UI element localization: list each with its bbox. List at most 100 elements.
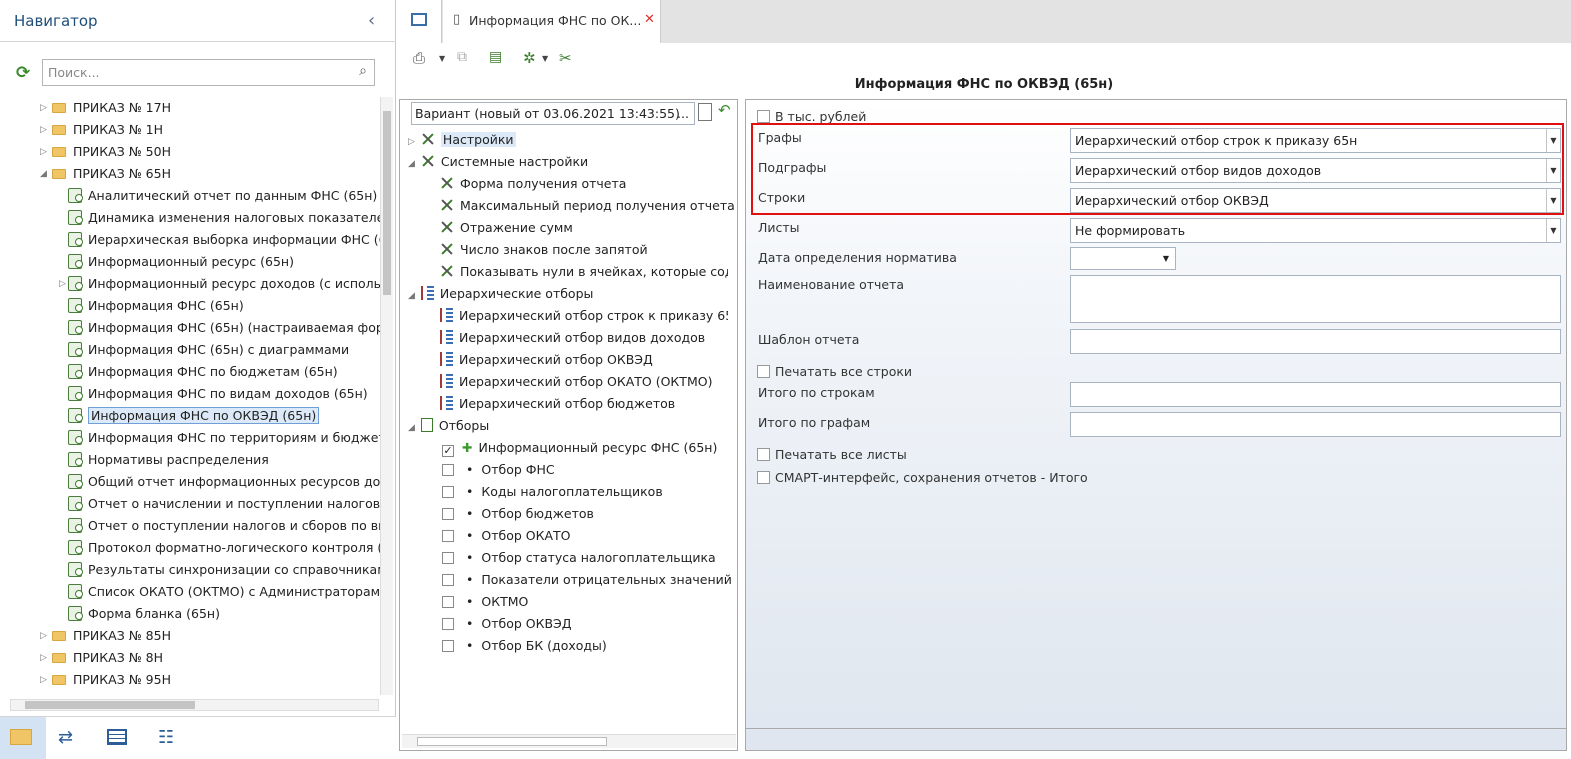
filter-item[interactable]: • Отбор бюджетов bbox=[442, 503, 594, 525]
settings-node[interactable]: Максимальный период получения отчета bbox=[440, 195, 735, 217]
settings-node[interactable]: ◢ Иерархические отборы bbox=[408, 283, 593, 305]
copy-icon[interactable]: ⧉ bbox=[457, 49, 475, 67]
navigator-horizontal-scrollbar[interactable] bbox=[10, 699, 379, 711]
tools-icon[interactable]: ✂ bbox=[559, 49, 577, 67]
gear-dropdown-icon[interactable]: ▼ bbox=[542, 54, 560, 72]
filter-checkbox[interactable] bbox=[442, 596, 454, 608]
tree-item-report[interactable]: Информация ФНС по видам доходов (65н) bbox=[68, 383, 368, 405]
tree-item-report[interactable]: Информация ФНС по территориям и бюджета bbox=[68, 427, 380, 449]
filter-item[interactable]: • Отбор ОКВЭД bbox=[442, 613, 572, 635]
tree-item-report[interactable]: Отчет о поступлении налогов и сборов по … bbox=[68, 515, 380, 537]
collapse-chevron-icon[interactable]: ‹ bbox=[368, 10, 375, 31]
preview-icon[interactable]: ▤ bbox=[489, 49, 507, 67]
grafy-select[interactable]: Иерархический отбор строк к приказу 65н ▼ bbox=[1070, 128, 1561, 153]
tab-home[interactable] bbox=[397, 0, 442, 43]
total-rows-input[interactable] bbox=[1070, 382, 1561, 407]
navigator-vertical-scrollbar[interactable] bbox=[380, 97, 393, 695]
report-name-input[interactable] bbox=[1070, 275, 1561, 323]
filter-checkbox[interactable] bbox=[442, 574, 454, 586]
settings-node[interactable]: ◢ Отборы bbox=[408, 415, 489, 437]
tree-item-report[interactable]: Отчет о начислении и поступлении налогов… bbox=[68, 493, 380, 515]
print-all-sheets-checkbox[interactable] bbox=[757, 448, 770, 461]
tree-item-report[interactable]: Информация ФНС (65н) bbox=[68, 295, 244, 317]
filter-checkbox[interactable] bbox=[442, 508, 454, 520]
close-tab-icon[interactable]: ✕ bbox=[644, 12, 655, 27]
filter-item[interactable]: • Отбор ОКАТО bbox=[442, 525, 571, 547]
undo-icon[interactable]: ↶ bbox=[718, 101, 731, 119]
tree-item-report[interactable]: Иерархическая выборка информации ФНС (65 bbox=[68, 229, 380, 251]
tree-item-report[interactable]: Протокол форматно-логического контроля (… bbox=[68, 537, 380, 559]
filter-checkbox[interactable] bbox=[442, 618, 454, 630]
tree-item-report[interactable]: Общий отчет информационных ресурсов дохо bbox=[68, 471, 380, 493]
stroki-select[interactable]: Иерархический отбор ОКВЭД ▼ bbox=[1070, 188, 1561, 213]
filter-item[interactable]: ✓ ✚ Информационный ресурс ФНС (65н) bbox=[442, 437, 717, 459]
settings-node[interactable]: ◢ Системные настройки bbox=[408, 151, 588, 173]
listy-select[interactable]: Не формировать ▼ bbox=[1070, 218, 1561, 243]
settings-node[interactable]: Иерархический отбор ОКАТО (ОКТМО) bbox=[440, 371, 712, 393]
filter-checkbox[interactable] bbox=[442, 640, 454, 652]
variant-field[interactable]: Вариант (новый от 03.06.2021 13:43:55) bbox=[411, 102, 695, 125]
filter-item[interactable]: • Отбор БК (доходы) bbox=[442, 635, 607, 657]
filter-item[interactable]: • Отбор ФНС bbox=[442, 459, 555, 481]
refresh-icon[interactable]: ⟳ bbox=[16, 63, 30, 83]
dropdown-arrow-icon[interactable]: ▼ bbox=[1163, 248, 1169, 269]
tree-item-report[interactable]: Список ОКАТО (ОКТМО) с Администраторами bbox=[68, 581, 380, 603]
smart-checkbox[interactable] bbox=[757, 471, 770, 484]
route-icon[interactable]: ⇄ bbox=[58, 727, 73, 748]
tree-folder-prikaz-65n[interactable]: ◢ ПРИКАЗ № 65Н bbox=[40, 163, 171, 185]
scrollbar-thumb[interactable] bbox=[417, 737, 607, 746]
tree-item-report[interactable]: Результаты синхронизации со справочникам… bbox=[68, 559, 380, 581]
dropdown-arrow-icon[interactable]: ▼ bbox=[1546, 159, 1560, 182]
print-icon[interactable]: ⎙ bbox=[413, 49, 431, 67]
filter-checkbox[interactable] bbox=[442, 486, 454, 498]
dropdown-arrow-icon[interactable]: ▼ bbox=[1546, 189, 1560, 212]
settings-node[interactable]: Форма получения отчета bbox=[440, 173, 626, 195]
search-input[interactable]: Поиск... ⌕ bbox=[42, 59, 375, 86]
print-all-rows-checkbox[interactable] bbox=[757, 365, 770, 378]
thousands-checkbox[interactable] bbox=[757, 110, 770, 123]
variant-more-button[interactable]: ... bbox=[677, 106, 689, 121]
save-variant-icon[interactable] bbox=[698, 103, 712, 121]
settings-node[interactable]: Иерархический отбор строк к приказу 65н bbox=[440, 305, 728, 327]
total-cols-input[interactable] bbox=[1070, 412, 1561, 437]
search-icon[interactable]: ⌕ bbox=[359, 63, 367, 79]
dropdown-arrow-icon[interactable]: ▼ bbox=[1546, 129, 1560, 152]
filter-item[interactable]: • Коды налогоплательщиков bbox=[442, 481, 663, 503]
tree-folder-prikaz-8n[interactable]: ▷ ПРИКАЗ № 8Н bbox=[40, 647, 163, 669]
tree-view-icon[interactable]: ☷ bbox=[158, 727, 174, 748]
tree-item-report[interactable]: Динамика изменения налоговых показателей bbox=[68, 207, 380, 229]
filter-checkbox[interactable]: ✓ bbox=[442, 445, 454, 457]
filter-item[interactable]: • ОКТМО bbox=[442, 591, 528, 613]
print-dropdown-icon[interactable]: ▼ bbox=[439, 54, 457, 72]
scrollbar-thumb[interactable] bbox=[25, 701, 195, 709]
tree-item-report-selected[interactable]: Информация ФНС по ОКВЭД (65н) bbox=[68, 405, 320, 427]
settings-node[interactable]: Иерархический отбор видов доходов bbox=[440, 327, 705, 349]
scrollbar-thumb[interactable] bbox=[383, 111, 391, 295]
date-field[interactable]: ▼ bbox=[1070, 247, 1176, 270]
settings-node[interactable]: Иерархический отбор бюджетов bbox=[440, 393, 675, 415]
dropdown-arrow-icon[interactable]: ▼ bbox=[1546, 219, 1560, 242]
tree-item-report[interactable]: Информационный ресурс (65н) bbox=[68, 251, 294, 273]
tree-folder-prikaz-1n[interactable]: ▷ ПРИКАЗ № 1Н bbox=[40, 119, 163, 141]
tab-report[interactable]: ▯ Информация ФНС по ОК... ✕ bbox=[443, 0, 661, 43]
settings-node[interactable]: Отражение сумм bbox=[440, 217, 573, 239]
tree-folder-prikaz-50n[interactable]: ▷ ПРИКАЗ № 50Н bbox=[40, 141, 171, 163]
tree-item-report[interactable]: ▷ Информационный ресурс доходов (с исполь… bbox=[59, 273, 380, 295]
tree-item-report[interactable]: Нормативы распределения bbox=[68, 449, 269, 471]
folders-view-button[interactable] bbox=[0, 717, 46, 759]
settings-node[interactable]: Число знаков после запятой bbox=[440, 239, 648, 261]
settings-node[interactable]: Иерархический отбор ОКВЭД bbox=[440, 349, 653, 371]
tree-folder-prikaz-17n[interactable]: ▷ ПРИКАЗ № 17Н bbox=[40, 97, 171, 119]
filter-item[interactable]: • Отбор статуса налогоплательщика bbox=[442, 547, 716, 569]
tree-item-report[interactable]: Информация ФНС по бюджетам (65н) bbox=[68, 361, 338, 383]
filter-item[interactable]: • Показатели отрицательных значений bbox=[442, 569, 732, 591]
template-input[interactable] bbox=[1070, 329, 1561, 354]
list-view-icon[interactable] bbox=[107, 729, 127, 745]
tree-item-report[interactable]: Информация ФНС (65н) (настраиваемая форм… bbox=[68, 317, 380, 339]
tree-folder-prikaz-85n[interactable]: ▷ ПРИКАЗ № 85Н bbox=[40, 625, 171, 647]
gear-icon[interactable]: ✲ bbox=[523, 49, 541, 67]
tree-folder-prikaz-95n[interactable]: ▷ ПРИКАЗ № 95Н bbox=[40, 669, 171, 691]
settings-node[interactable]: ▷ Настройки bbox=[408, 129, 516, 151]
settings-horizontal-scrollbar[interactable] bbox=[402, 734, 736, 748]
tree-item-report[interactable]: Аналитический отчет по данным ФНС (65н) bbox=[68, 185, 377, 207]
